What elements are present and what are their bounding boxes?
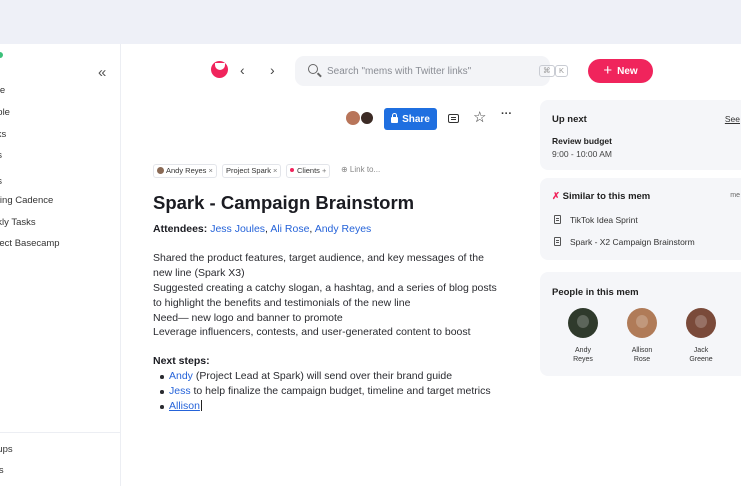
- similar-item[interactable]: Spark - X2 Campaign Brainstorm: [554, 237, 695, 247]
- top-band: [0, 0, 741, 44]
- attendee-link[interactable]: Andy Reyes: [315, 223, 372, 235]
- star-icon[interactable]: ☆: [473, 108, 486, 126]
- attendee-link[interactable]: Ali Rose: [270, 223, 309, 235]
- list-item: Jess to help finalize the campaign budge…: [160, 385, 491, 397]
- tag-avatar: [157, 167, 164, 174]
- attendees-label: Attendees:: [153, 223, 208, 235]
- sidebar: « me ople sks gs es eting Cadence ekly T…: [0, 44, 121, 486]
- text-cursor: [200, 400, 202, 411]
- sidebar-divider: [0, 432, 120, 433]
- doc-paragraph: Need— new logo and banner to promote: [153, 312, 343, 324]
- event-title[interactable]: Review budget: [552, 136, 612, 146]
- comment-icon[interactable]: [448, 114, 459, 123]
- mention-link[interactable]: Andy: [169, 370, 193, 382]
- sidebar-item-views[interactable]: ws: [0, 465, 4, 476]
- person-name: Allison Rose: [631, 347, 653, 363]
- share-button[interactable]: Share: [384, 108, 437, 130]
- document-icon: [554, 215, 561, 224]
- mention-link[interactable]: Jess: [169, 385, 191, 397]
- remove-tag-icon[interactable]: ×: [273, 166, 277, 175]
- document-icon: [554, 237, 561, 246]
- status-dot: [0, 52, 3, 58]
- sidebar-item-groups[interactable]: oups: [0, 444, 13, 455]
- similar-item[interactable]: TikTok Idea Sprint: [554, 215, 638, 225]
- up-next-title: Up next: [552, 114, 587, 125]
- list-item: Allison: [160, 400, 202, 412]
- search-bar[interactable]: ⌘ K: [295, 56, 569, 86]
- doc-paragraph: Shared the product features, target audi…: [153, 252, 484, 264]
- sidebar-item-weekly-tasks[interactable]: ekly Tasks: [0, 217, 36, 228]
- forward-icon[interactable]: ›: [270, 62, 275, 78]
- search-input[interactable]: [327, 63, 507, 79]
- avatar: [568, 308, 598, 338]
- add-tag-icon[interactable]: +: [322, 166, 326, 175]
- person-andy-reyes[interactable]: Andy Reyes: [553, 308, 613, 364]
- doc-paragraph: to highlight the benefits and testimonia…: [153, 297, 411, 309]
- shortcut-key-k: K: [555, 65, 569, 77]
- collapse-sidebar-icon[interactable]: «: [98, 64, 106, 81]
- event-time: 9:00 - 10:00 AM: [552, 149, 613, 159]
- doc-paragraph: Leverage influencers, contests, and user…: [153, 326, 471, 338]
- tag-project-spark[interactable]: Project Spark ×: [222, 164, 282, 178]
- doc-paragraph: new line (Spark X3): [153, 267, 245, 279]
- new-button-label: New: [617, 65, 638, 77]
- person-jack-greene[interactable]: Jack Greene: [671, 308, 731, 364]
- sidebar-item-people[interactable]: ople: [0, 107, 10, 118]
- app-window: « me ople sks gs es eting Cadence ekly T…: [0, 44, 741, 486]
- more-options-icon[interactable]: ···: [501, 108, 512, 120]
- sidebar-item-tags[interactable]: gs: [0, 150, 2, 161]
- tag-andy-reyes[interactable]: Andy Reyes ×: [153, 164, 217, 178]
- sidebar-item-tasks[interactable]: sks: [0, 129, 6, 140]
- tag-clients[interactable]: Clients +: [286, 164, 331, 178]
- sidebar-item-collections[interactable]: es: [0, 176, 2, 187]
- person-allison-rose[interactable]: Allison Rose: [612, 308, 672, 364]
- search-icon: [308, 64, 318, 74]
- shortcut-key-cmd: ⌘: [539, 65, 555, 77]
- similar-card: ✗ Similar to this mem me TikTok Idea Spr…: [540, 178, 741, 260]
- clients-dot-icon: [290, 168, 294, 172]
- doc-paragraph: Suggested creating a catchy slogan, a ha…: [153, 282, 497, 294]
- people-card: People in this mem Andy Reyes Allison Rose…: [540, 272, 741, 376]
- sidebar-item-meeting-cadence[interactable]: eting Cadence: [0, 195, 53, 206]
- doc-title[interactable]: Spark - Campaign Brainstorm: [153, 192, 414, 214]
- next-steps-heading: Next steps:: [153, 355, 210, 367]
- share-button-label: Share: [402, 113, 430, 125]
- sidebar-item-project-basecamp[interactable]: oject Basecamp: [0, 238, 60, 249]
- mention-link[interactable]: Allison: [169, 400, 200, 412]
- avatar: [686, 308, 716, 338]
- person-name: Andy Reyes: [573, 347, 593, 363]
- similar-more-link[interactable]: me: [730, 192, 740, 199]
- plus-icon: +: [603, 62, 613, 79]
- person-name: Jack Greene: [689, 347, 713, 363]
- avatar: [627, 308, 657, 338]
- app-logo-icon[interactable]: [211, 61, 228, 78]
- attendee-link[interactable]: Jess Joules: [210, 223, 265, 235]
- remove-tag-icon[interactable]: ×: [208, 166, 212, 175]
- sparkle-icon: ✗: [552, 191, 560, 202]
- see-all-link[interactable]: See: [725, 114, 740, 124]
- attendees-line: Attendees: Jess Joules, Ali Rose, Andy R…: [153, 223, 372, 235]
- lock-icon: [391, 113, 399, 123]
- collaborator-avatar[interactable]: [346, 111, 360, 125]
- list-item: Andy (Project Lead at Spark) will send o…: [160, 370, 452, 382]
- similar-title: ✗ Similar to this mem: [552, 191, 651, 202]
- back-icon[interactable]: ‹: [240, 62, 245, 78]
- new-button[interactable]: + New: [588, 59, 653, 83]
- up-next-card: Up next See Review budget 9:00 - 10:00 A…: [540, 100, 741, 170]
- link-to-button[interactable]: ⊕ Link to...: [341, 165, 380, 174]
- sidebar-item-home[interactable]: me: [0, 85, 5, 96]
- people-title: People in this mem: [552, 287, 639, 298]
- collaborator-avatar[interactable]: [360, 111, 374, 125]
